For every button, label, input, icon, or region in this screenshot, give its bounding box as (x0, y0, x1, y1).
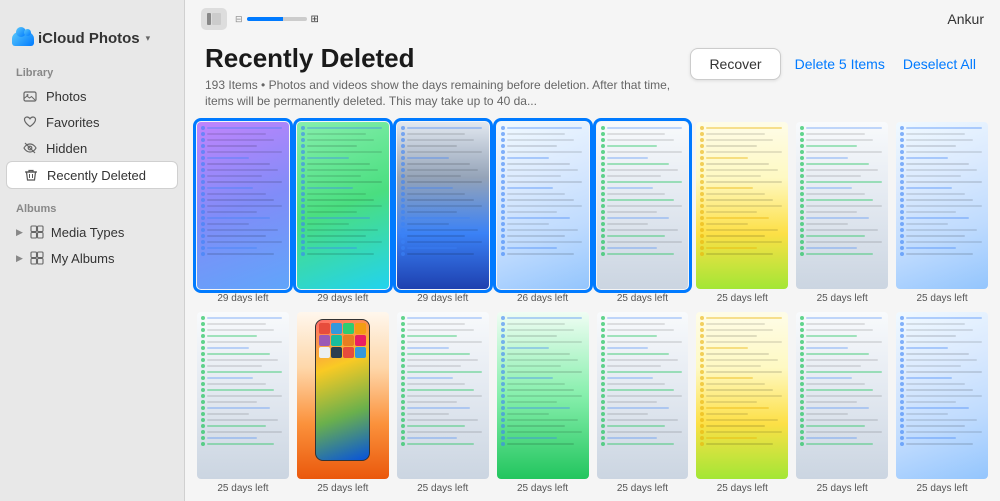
photo-thumbnail[interactable] (497, 122, 589, 289)
photo-item[interactable]: 25 days left (497, 312, 589, 494)
my-albums-icon (29, 250, 45, 266)
zoom-slider[interactable] (247, 17, 307, 21)
photo-thumbnail[interactable] (896, 122, 988, 289)
photo-days-label: 25 days left (217, 483, 268, 494)
delete-button[interactable]: Delete 5 Items (791, 49, 889, 79)
user-name: Ankur (947, 11, 984, 27)
photo-days-label: 25 days left (517, 483, 568, 494)
icloud-icon (12, 32, 34, 46)
photo-thumbnail[interactable] (597, 312, 689, 479)
sidebar-item-photos-label: Photos (46, 89, 86, 104)
photo-thumbnail[interactable] (197, 312, 289, 479)
photo-days-label: 25 days left (817, 483, 868, 494)
sidebar-item-hidden[interactable]: Hidden (6, 135, 178, 161)
photo-days-label: 26 days left (517, 293, 568, 304)
photo-item[interactable]: 25 days left (197, 312, 289, 494)
top-bar-left: ⊟ ⊞ (201, 8, 319, 30)
zoom-slider-container: ⊟ ⊞ (235, 14, 319, 25)
sidebar-item-my-albums[interactable]: ▶ My Albums (0, 245, 184, 271)
media-types-icon (29, 224, 45, 240)
photo-item[interactable]: 25 days left (696, 312, 788, 494)
photo-days-label: 25 days left (617, 293, 668, 304)
trash-icon (23, 167, 39, 183)
photo-thumbnail[interactable] (896, 312, 988, 479)
photo-days-label: 29 days left (417, 293, 468, 304)
media-types-arrow: ▶ (16, 227, 23, 238)
my-albums-arrow: ▶ (16, 253, 23, 264)
photo-item[interactable]: 29 days left (297, 122, 389, 304)
zoom-out-icon: ⊟ (235, 14, 243, 25)
photo-days-label: 29 days left (317, 293, 368, 304)
photo-item[interactable]: 25 days left (597, 312, 689, 494)
photo-days-label: 25 days left (717, 293, 768, 304)
photo-days-label: 25 days left (717, 483, 768, 494)
photo-thumbnail[interactable] (796, 122, 888, 289)
photos-icon (22, 88, 38, 104)
photo-item[interactable]: 25 days left (796, 312, 888, 494)
photo-item[interactable]: 26 days left (497, 122, 589, 304)
deselect-all-button[interactable]: Deselect All (899, 49, 980, 79)
photo-days-label: 25 days left (817, 293, 868, 304)
photo-days-label: 29 days left (217, 293, 268, 304)
albums-section-label: Albums (0, 199, 184, 219)
photo-thumbnail[interactable] (297, 312, 389, 479)
page-title-section: Recently Deleted 193 Items • Photos and … (205, 44, 690, 110)
view-toggle[interactable] (201, 8, 227, 30)
photo-thumbnail[interactable] (397, 312, 489, 479)
top-bar: ⊟ ⊞ Ankur (185, 0, 1000, 34)
main-content: ⊟ ⊞ Ankur Recently Deleted 193 Items • P… (185, 0, 1000, 501)
library-section-label: Library (0, 63, 184, 83)
photo-thumbnail[interactable] (796, 312, 888, 479)
chevron-down-icon: ▾ (146, 33, 151, 44)
recover-button[interactable]: Recover (690, 48, 780, 80)
page-header: Recently Deleted 193 Items • Photos and … (185, 34, 1000, 114)
sidebar-item-favorites[interactable]: Favorites (6, 109, 178, 135)
sidebar-item-photos[interactable]: Photos (6, 83, 178, 109)
photo-days-label: 25 days left (317, 483, 368, 494)
photo-item[interactable]: 29 days left (197, 122, 289, 304)
sidebar-item-hidden-label: Hidden (46, 141, 87, 156)
zoom-in-icon: ⊞ (311, 14, 319, 25)
photo-thumbnail[interactable] (197, 122, 289, 289)
sidebar-item-recently-deleted-label: Recently Deleted (47, 168, 146, 183)
photo-item[interactable]: 25 days left (896, 122, 988, 304)
app-name: iCloud Photos (38, 30, 140, 47)
sidebar-item-media-types[interactable]: ▶ Media Types (0, 219, 184, 245)
app-logo[interactable]: iCloud Photos ▾ (12, 30, 150, 47)
photo-item[interactable]: 25 days left (696, 122, 788, 304)
photo-days-label: 25 days left (617, 483, 668, 494)
photo-item[interactable]: 25 days left (297, 312, 389, 494)
photo-days-label: 25 days left (417, 483, 468, 494)
photo-item[interactable]: 29 days left (397, 122, 489, 304)
page-subtitle: 193 Items • Photos and videos show the d… (205, 77, 690, 111)
header-actions: Recover Delete 5 Items Deselect All (690, 44, 980, 80)
app-header: iCloud Photos ▾ (0, 30, 184, 63)
photo-thumbnail[interactable] (497, 312, 589, 479)
sidebar: iCloud Photos ▾ Library Photos Favorites (0, 0, 185, 501)
photo-days-label: 25 days left (916, 483, 967, 494)
sidebar-item-recently-deleted[interactable]: Recently Deleted (6, 161, 178, 189)
photo-days-label: 25 days left (916, 293, 967, 304)
favorites-icon (22, 114, 38, 130)
photo-thumbnail[interactable] (597, 122, 689, 289)
photo-item[interactable]: 25 days left (397, 312, 489, 494)
hidden-icon (22, 140, 38, 156)
sidebar-item-favorites-label: Favorites (46, 115, 99, 130)
photo-thumbnail[interactable] (696, 122, 788, 289)
page-title: Recently Deleted (205, 44, 690, 73)
photo-thumbnail[interactable] (297, 122, 389, 289)
photo-item[interactable]: 25 days left (597, 122, 689, 304)
photo-thumbnail[interactable] (397, 122, 489, 289)
top-bar-right: Ankur (947, 11, 984, 27)
photo-thumbnail[interactable] (696, 312, 788, 479)
photo-item[interactable]: 25 days left (896, 312, 988, 494)
sidebar-toggle-button[interactable] (203, 10, 225, 28)
photo-grid: 29 days left (185, 114, 1000, 501)
photo-item[interactable]: 25 days left (796, 122, 888, 304)
sidebar-item-media-types-label: Media Types (51, 225, 124, 240)
sidebar-item-my-albums-label: My Albums (51, 251, 115, 266)
